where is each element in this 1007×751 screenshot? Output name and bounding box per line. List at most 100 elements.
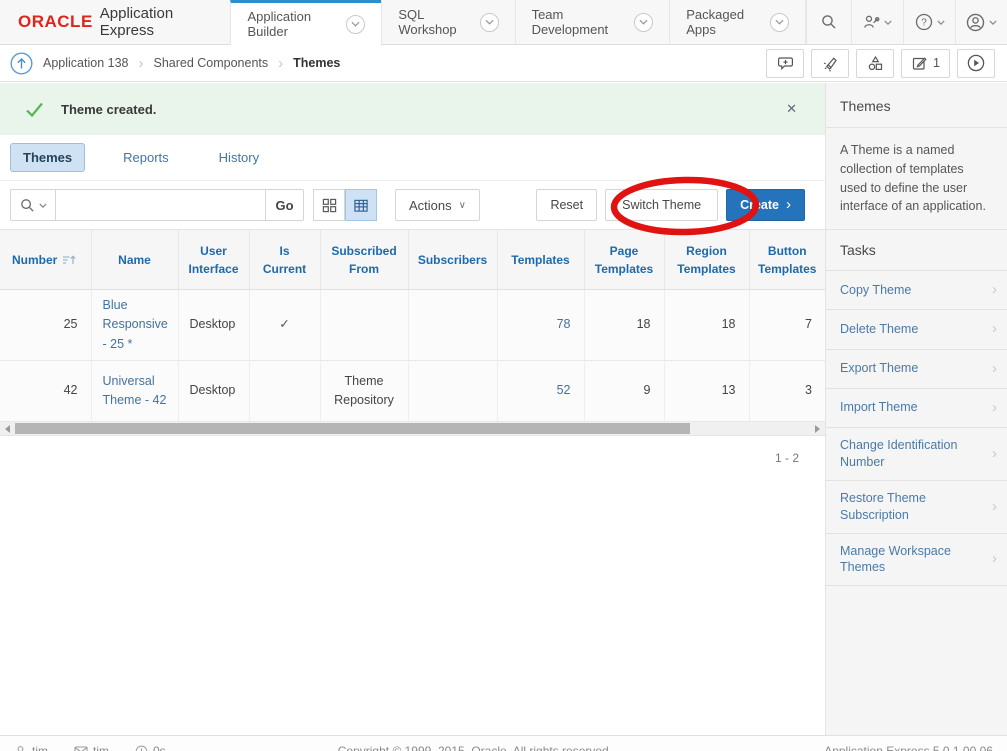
footer-timer: 0s: [135, 744, 166, 751]
sort-ascending-icon: [62, 254, 76, 266]
actions-menu-button[interactable]: Actions ∨: [395, 189, 480, 221]
breadcrumb-shared-components[interactable]: Shared Components: [153, 56, 268, 70]
breadcrumb-application[interactable]: Application 138: [43, 56, 128, 70]
edit-page-button[interactable]: 1: [901, 49, 950, 78]
theme-roller-icon[interactable]: [811, 49, 849, 78]
report-toolbar: Go Actions ∨ Reset Switch Theme: [0, 181, 825, 229]
create-label: Create: [740, 198, 779, 212]
task-delete-theme[interactable]: Delete Theme ›: [826, 310, 1007, 349]
pagination-label: 1 - 2: [0, 436, 825, 480]
report-tabs: Themes Reports History: [0, 135, 825, 181]
chevron-down-icon[interactable]: [770, 13, 789, 32]
chevron-down-icon[interactable]: [634, 13, 653, 32]
footer-bar: tim tim 0s Copyright © 1999, 2015, Oracl…: [0, 735, 1007, 751]
envelope-icon: [74, 746, 88, 751]
footer-copyright: Copyright © 1999, 2015, Oracle. All righ…: [298, 744, 612, 751]
help-icon[interactable]: ?: [903, 0, 955, 44]
column-header-button-templates[interactable]: Button Templates: [749, 230, 825, 290]
clock-icon: [135, 745, 148, 751]
report-view-button[interactable]: [345, 189, 377, 221]
templates-count-link[interactable]: 52: [497, 361, 584, 422]
task-copy-theme[interactable]: Copy Theme ›: [826, 271, 1007, 310]
cell-subscribed-from: Theme Repository: [320, 361, 408, 422]
cell-subscribed-from: [320, 290, 408, 361]
column-header-templates[interactable]: Templates: [497, 230, 584, 290]
footer-workspace: tim: [74, 744, 109, 751]
table-row: 42 Universal Theme - 42 Desktop Theme Re…: [0, 361, 825, 422]
oracle-brand: ORACLE: [18, 12, 93, 32]
product-name: Application Express: [100, 5, 211, 39]
tasks-heading: Tasks: [826, 230, 1007, 271]
breadcrumb: Application 138 › Shared Components › Th…: [10, 52, 340, 75]
tab-reports[interactable]: Reports: [111, 144, 181, 171]
task-import-theme[interactable]: Import Theme ›: [826, 389, 1007, 428]
up-level-icon[interactable]: [10, 52, 33, 75]
create-button[interactable]: Create ›: [726, 189, 805, 221]
task-manage-workspace-themes[interactable]: Manage Workspace Themes ›: [826, 534, 1007, 587]
actions-label: Actions: [409, 198, 452, 213]
search-icon[interactable]: [806, 0, 851, 44]
tab-history[interactable]: History: [207, 144, 271, 171]
success-banner: Theme created. ✕: [0, 83, 825, 135]
task-change-identification-number[interactable]: Change Identification Number ›: [826, 428, 1007, 481]
column-header-name[interactable]: Name: [91, 230, 178, 290]
icon-view-button[interactable]: [313, 189, 345, 221]
search-input[interactable]: [56, 189, 266, 221]
chevron-right-icon: ›: [992, 359, 997, 379]
search-column-selector[interactable]: [10, 189, 56, 221]
scroll-right-arrow[interactable]: [810, 422, 825, 435]
column-header-page-templates[interactable]: Page Templates: [584, 230, 664, 290]
chevron-right-icon: ›: [992, 497, 997, 517]
task-label: Import Theme: [840, 399, 918, 416]
shared-components-icon[interactable]: [856, 49, 894, 78]
page-action-buttons: 1: [766, 49, 997, 78]
column-header-subscribers[interactable]: Subscribers: [408, 230, 497, 290]
templates-count-link[interactable]: 78: [497, 290, 584, 361]
nav-tab-sql-workshop[interactable]: SQL Workshop: [381, 0, 514, 44]
scrollbar-thumb[interactable]: [15, 423, 690, 434]
footer-user: tim: [14, 744, 48, 751]
horizontal-scrollbar[interactable]: [0, 422, 825, 436]
administration-icon[interactable]: [851, 0, 903, 44]
chevron-down-icon[interactable]: [346, 15, 365, 34]
switch-theme-button[interactable]: Switch Theme: [605, 189, 718, 221]
view-toggle: [313, 189, 377, 221]
column-header-user-interface[interactable]: User Interface: [178, 230, 249, 290]
column-header-is-current[interactable]: Is Current: [249, 230, 320, 290]
run-page-button[interactable]: [957, 49, 995, 78]
task-label: Delete Theme: [840, 321, 918, 338]
top-header: ORACLE Application Express Application B…: [0, 0, 1007, 45]
cell-subscribers: [408, 361, 497, 422]
cell-user-interface: Desktop: [178, 361, 249, 422]
cell-number: 42: [0, 361, 91, 422]
oracle-logo: ORACLE Application Express: [0, 0, 230, 44]
go-button[interactable]: Go: [266, 189, 304, 221]
theme-name-link[interactable]: Blue Responsive - 25 *: [91, 290, 178, 361]
task-export-theme[interactable]: Export Theme ›: [826, 350, 1007, 389]
user-avatar-icon[interactable]: [955, 0, 1007, 44]
column-header-number[interactable]: Number: [0, 230, 91, 290]
nav-tab-team-development[interactable]: Team Development: [515, 0, 670, 44]
chevron-right-icon: ›: [992, 319, 997, 339]
close-icon[interactable]: ✕: [782, 97, 801, 121]
scroll-left-arrow[interactable]: [0, 422, 15, 435]
nav-tab-packaged-apps[interactable]: Packaged Apps: [669, 0, 806, 44]
chevron-right-icon: ›: [992, 280, 997, 300]
task-restore-theme-subscription[interactable]: Restore Theme Subscription ›: [826, 481, 1007, 534]
reset-button[interactable]: Reset: [536, 189, 597, 221]
main-nav: Application Builder SQL Workshop Team De…: [230, 0, 806, 44]
footer-version: Application Express 5.0.1.00.06: [824, 744, 993, 751]
task-label: Change Identification Number: [840, 437, 980, 471]
column-header-region-templates[interactable]: Region Templates: [664, 230, 749, 290]
user-icon: [14, 745, 27, 751]
scrollbar-track: [690, 422, 810, 435]
tab-themes[interactable]: Themes: [10, 143, 85, 172]
column-header-subscribed-from[interactable]: Subscribed From: [320, 230, 408, 290]
nav-tab-label: SQL Workshop: [398, 7, 471, 37]
nav-tab-application-builder[interactable]: Application Builder: [230, 0, 381, 45]
chevron-down-icon[interactable]: [480, 13, 499, 32]
breadcrumb-separator: ›: [278, 55, 283, 72]
feedback-button[interactable]: [766, 49, 804, 78]
theme-name-link[interactable]: Universal Theme - 42: [91, 361, 178, 422]
cell-subscribers: [408, 290, 497, 361]
